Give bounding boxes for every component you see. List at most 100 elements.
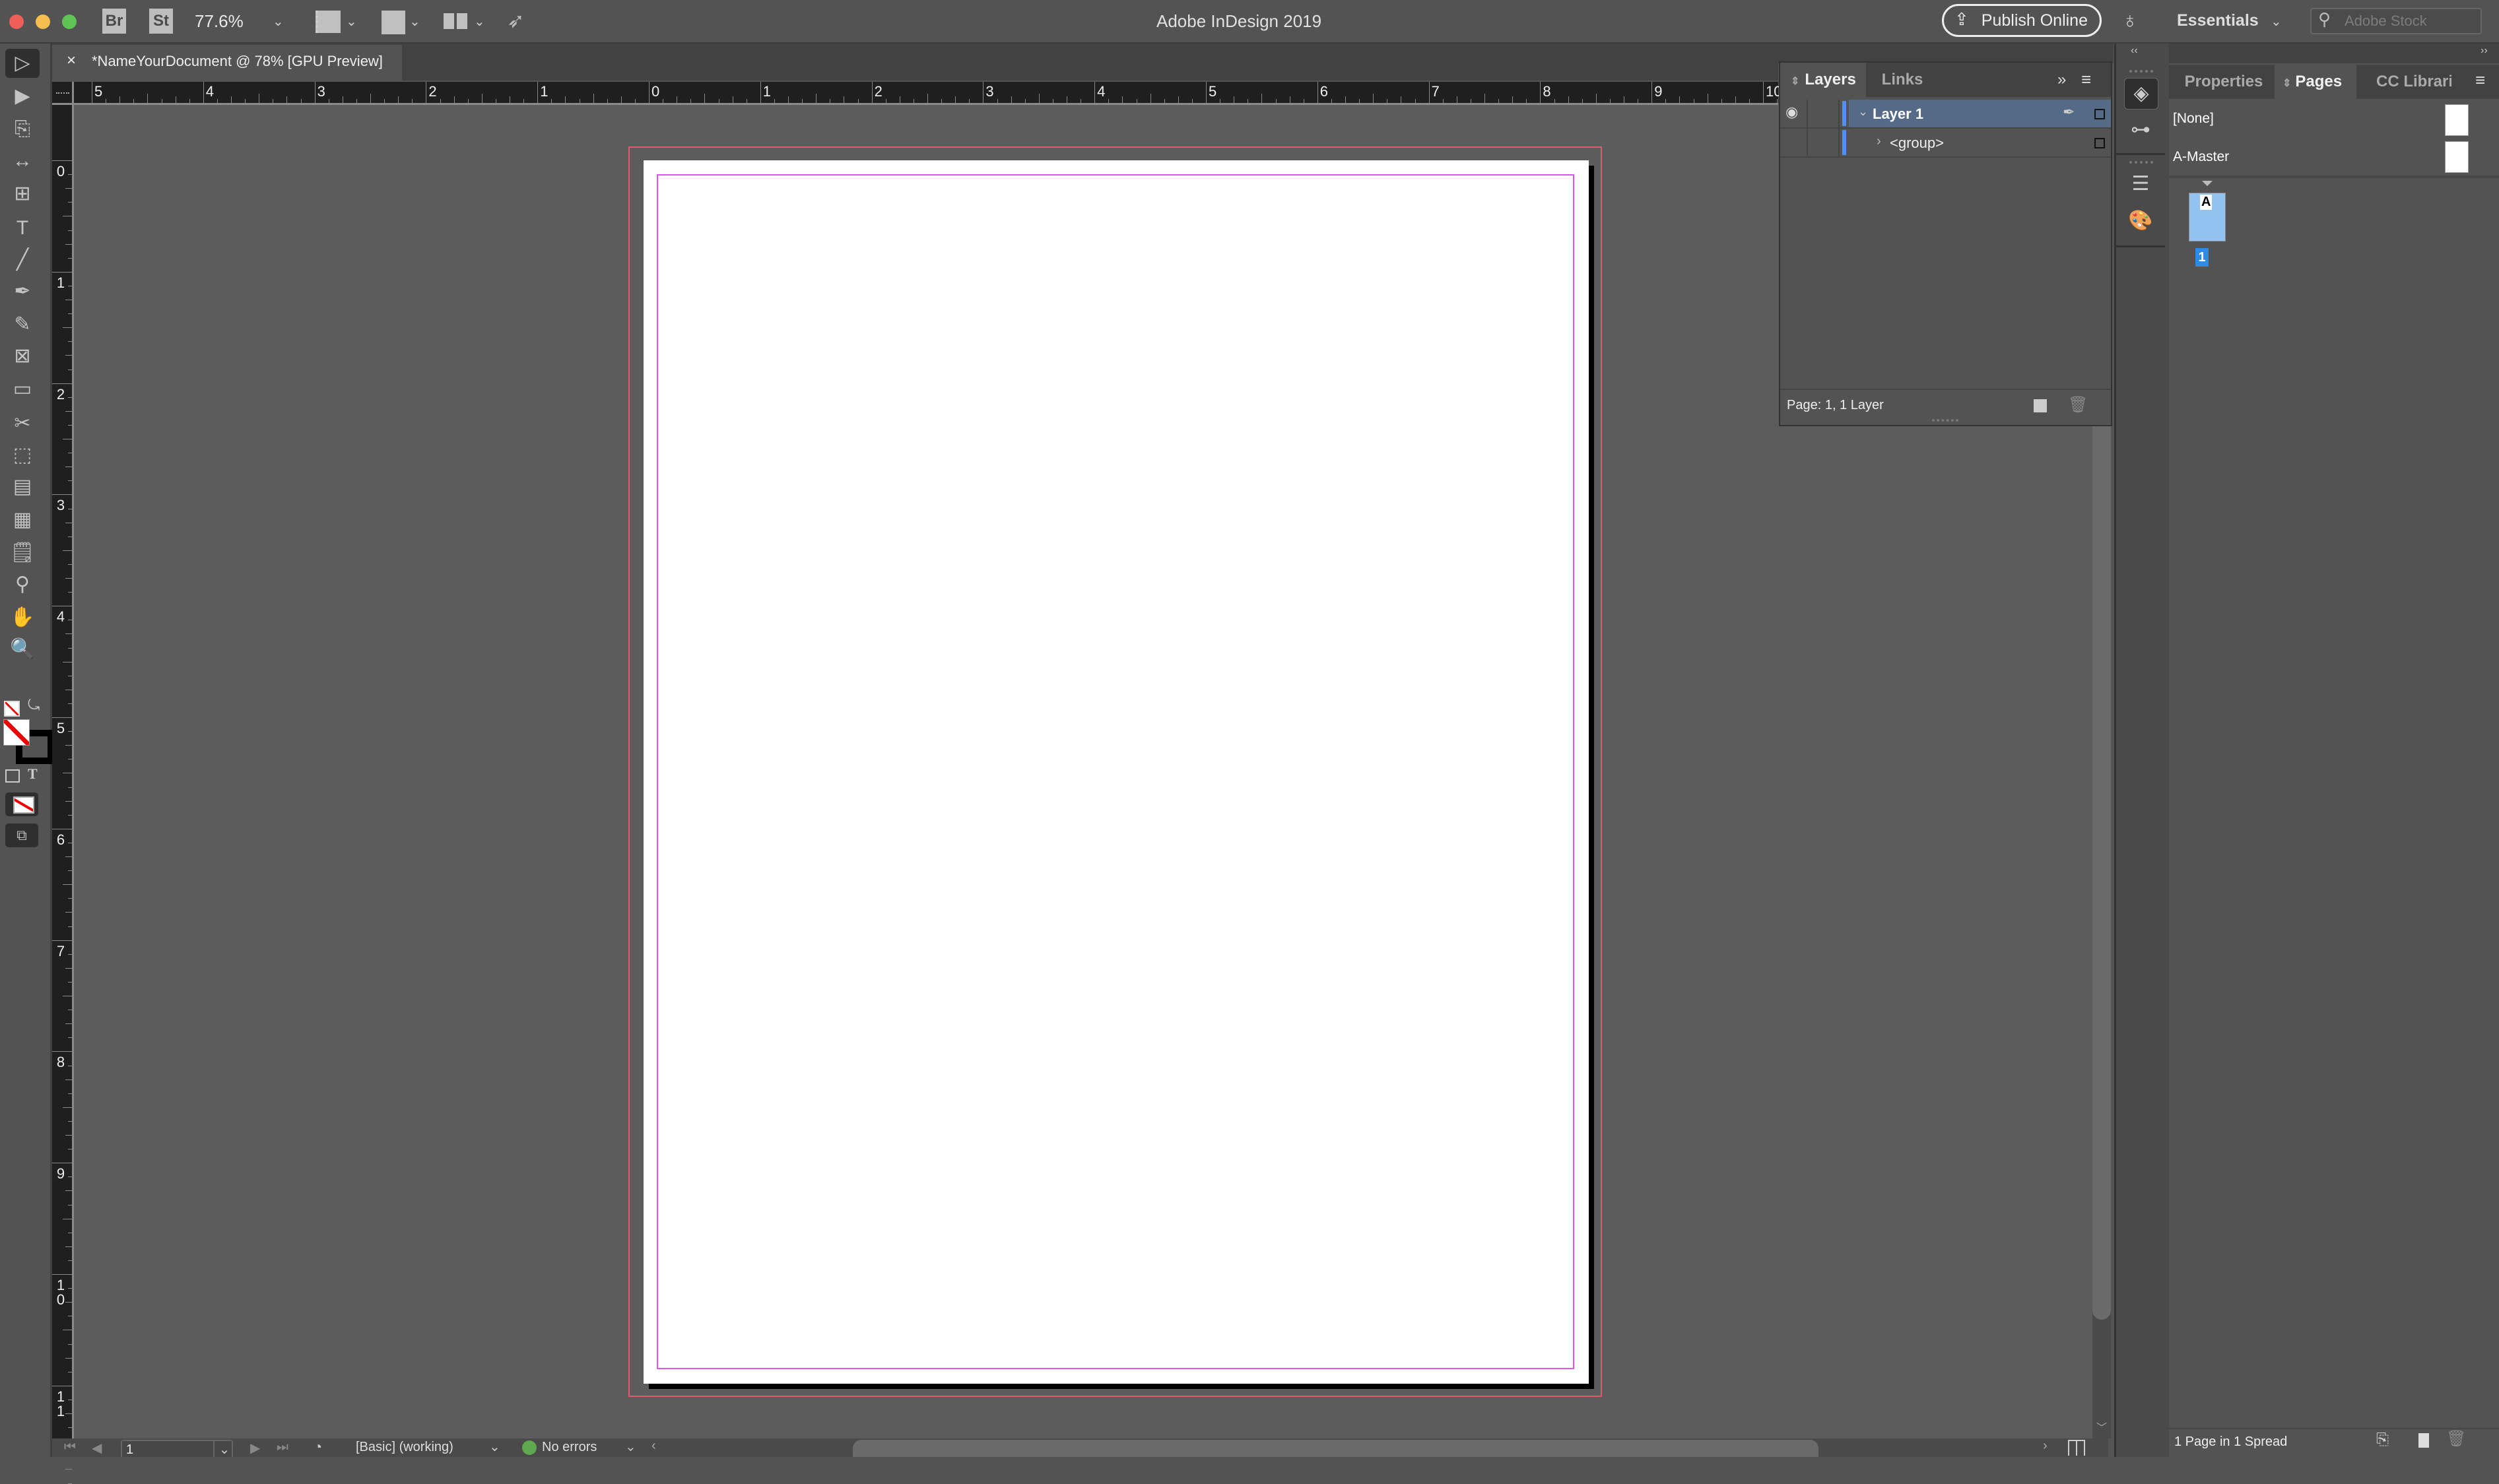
default-fill-stroke-icon[interactable] — [4, 701, 20, 717]
gradient-swatch-tool[interactable]: ▤ — [5, 472, 40, 501]
links-panel-icon[interactable]: ⊶ — [2124, 115, 2157, 145]
lock-column[interactable] — [1807, 100, 1808, 127]
horizontal-ruler[interactable]: 5 4 3 2 1 0 1 2 3 4 5 6 7 8 9 10 — [52, 82, 1861, 105]
last-page-icon[interactable]: ⏭ — [277, 1440, 288, 1455]
vertical-ruler[interactable]: 0 1 2 3 4 5 6 7 8 9 10 11 — [52, 82, 74, 1484]
lightbulb-icon[interactable]: ♁ — [2121, 8, 2139, 34]
visibility-eye-icon[interactable]: ◉ — [1785, 104, 1798, 121]
collapse-panel-icon[interactable]: » — [2057, 71, 2066, 89]
pencil-tool[interactable]: ✎ — [5, 310, 40, 339]
next-page-icon[interactable]: ▶ — [250, 1440, 260, 1456]
ruler-origin[interactable] — [52, 82, 74, 105]
note-tool[interactable]: 🗒 — [5, 538, 40, 567]
master-item[interactable]: A-Master — [2173, 149, 2229, 165]
panel-menu-icon[interactable]: ≡ — [2475, 70, 2485, 90]
master-item[interactable]: [None] — [2173, 111, 2214, 127]
swatches-panel-icon[interactable]: 🎨 — [2124, 206, 2157, 236]
gradient-feather-tool[interactable]: ▦ — [5, 505, 40, 534]
panel-resize-grip[interactable] — [1932, 419, 1958, 422]
content-collector-tool[interactable]: ⊞ — [5, 179, 40, 209]
preflight-menu-dropdown-icon[interactable]: ⌄ — [625, 1438, 636, 1455]
edit-page-size-icon[interactable]: ⎘ — [2376, 1431, 2389, 1449]
gap-tool[interactable]: ↔ — [5, 146, 40, 176]
delete-page-icon[interactable]: 🗑 — [2446, 1429, 2466, 1448]
minimize-window-button[interactable] — [36, 15, 50, 29]
preflight-profile[interactable]: [Basic] (working) — [356, 1440, 453, 1455]
delete-layer-icon[interactable]: 🗑 — [2068, 395, 2088, 414]
pen-tool[interactable]: ✒ — [5, 277, 40, 306]
layer-row[interactable]: ◉ ⌄ Layer 1 ✒ — [1780, 100, 2111, 129]
page-number-field[interactable]: 1 ⌄ — [121, 1440, 233, 1457]
layers-panel-header-bar[interactable] — [1777, 44, 2114, 63]
document-tab[interactable]: × *NameYourDocument @ 78% [GPU Preview] — [52, 45, 402, 81]
preflight-status[interactable]: No errors — [542, 1440, 597, 1455]
hand-tool[interactable]: ✋ — [5, 603, 40, 632]
tab-cc-libraries[interactable]: CC Libraries — [2359, 65, 2451, 99]
selection-square-icon[interactable] — [2094, 138, 2105, 148]
previous-page-icon[interactable]: ◀ — [92, 1440, 102, 1456]
first-page-icon[interactable]: ⏮ — [64, 1440, 76, 1455]
layers-panel-icon[interactable]: ◈ — [2124, 78, 2158, 110]
selection-tool[interactable]: ▷ — [5, 49, 40, 78]
page-tool[interactable]: ⎘ — [5, 115, 40, 144]
dock-header[interactable]: ›› — [2169, 44, 2499, 63]
page-number-badge[interactable]: 1 — [2195, 248, 2209, 267]
workspace-switcher[interactable]: Essentials — [2177, 11, 2259, 30]
lock-column[interactable] — [1807, 129, 1808, 156]
arrange-documents-dropdown-icon[interactable]: ⌄ — [474, 13, 485, 30]
stroke-panel-icon[interactable]: ☰ — [2124, 169, 2157, 199]
panel-menu-icon[interactable]: ≡ — [2081, 69, 2091, 90]
tab-pages[interactable]: ⇕ Pages — [2275, 65, 2356, 99]
scissors-tool[interactable]: ✂ — [5, 409, 40, 438]
rectangle-frame-tool[interactable]: ⊠ — [5, 342, 40, 371]
screen-mode-dropdown-icon[interactable]: ⌄ — [409, 13, 420, 30]
screen-mode-normal-button[interactable]: ⧉ — [5, 823, 38, 847]
line-tool[interactable]: ╱ — [5, 245, 40, 274]
adobe-stock-search-input[interactable]: Adobe Stock — [2310, 8, 2482, 34]
scroll-down-icon[interactable]: ﹀ — [2096, 1419, 2107, 1435]
publish-online-button[interactable]: ⇪ Publish Online — [1942, 4, 2102, 37]
master-thumbnail[interactable] — [2445, 141, 2469, 173]
free-transform-tool[interactable]: ⬚ — [5, 441, 40, 470]
close-window-button[interactable] — [9, 15, 24, 29]
bridge-button[interactable]: Br — [102, 9, 126, 34]
view-options-dropdown-icon[interactable]: ⌄ — [346, 13, 357, 30]
direct-selection-tool[interactable]: ▶ — [5, 82, 40, 111]
zoom-level-dropdown-icon[interactable]: ⌄ — [273, 13, 284, 30]
preflight-profile-dropdown-icon[interactable]: ⌄ — [489, 1438, 500, 1455]
horizontal-scrollbar-thumb[interactable] — [853, 1440, 1818, 1457]
type-tool[interactable]: T — [5, 214, 40, 243]
preflight-icon[interactable]: ◔ — [314, 1438, 322, 1456]
fill-swatch[interactable] — [3, 719, 30, 746]
tab-layers[interactable]: ⇕ Layers — [1780, 63, 1866, 97]
master-thumbnail[interactable] — [2445, 104, 2469, 136]
layer-item-name[interactable]: <group> — [1890, 135, 1944, 152]
rectangle-tool[interactable]: ▭ — [5, 375, 40, 404]
swap-fill-stroke-icon[interactable]: ⤿ — [28, 697, 40, 714]
layer-row[interactable]: › <group> — [1780, 129, 2111, 158]
vertical-scrollbar-thumb[interactable] — [2092, 409, 2111, 1320]
panel-grip[interactable] — [2129, 70, 2153, 73]
panel-grip[interactable] — [2129, 161, 2153, 164]
arrange-documents-icon[interactable] — [444, 13, 467, 29]
stock-button[interactable]: St — [149, 9, 173, 34]
scroll-left-icon[interactable]: ‹ — [651, 1438, 656, 1454]
zoom-tool[interactable]: 🔍 — [5, 635, 40, 664]
workspace-dropdown-icon[interactable]: ⌄ — [2271, 13, 2282, 30]
new-page-icon[interactable] — [2418, 1433, 2429, 1448]
selection-square-icon[interactable] — [2094, 109, 2105, 119]
view-options-icon[interactable] — [316, 11, 341, 33]
page-thumbnail[interactable]: A — [2189, 193, 2226, 242]
layer-name[interactable]: Layer 1 — [1873, 106, 1923, 123]
tab-properties[interactable]: Properties — [2174, 65, 2273, 99]
zoom-window-button[interactable] — [62, 15, 77, 29]
new-layer-icon[interactable] — [2034, 399, 2047, 412]
collapse-dock-icon[interactable]: ›› — [2481, 45, 2488, 57]
formatting-container-icon[interactable] — [5, 769, 20, 783]
formatting-text-icon[interactable]: T — [28, 765, 38, 783]
expand-chevron-right-icon[interactable]: › — [1877, 134, 1881, 149]
vertical-scrollbar[interactable]: ﹀ — [2092, 409, 2111, 1438]
expand-panels-icon[interactable]: ‹‹ — [2131, 45, 2138, 57]
eyedropper-tool[interactable]: ⚲ — [5, 570, 40, 599]
apply-none-button[interactable] — [5, 792, 38, 816]
